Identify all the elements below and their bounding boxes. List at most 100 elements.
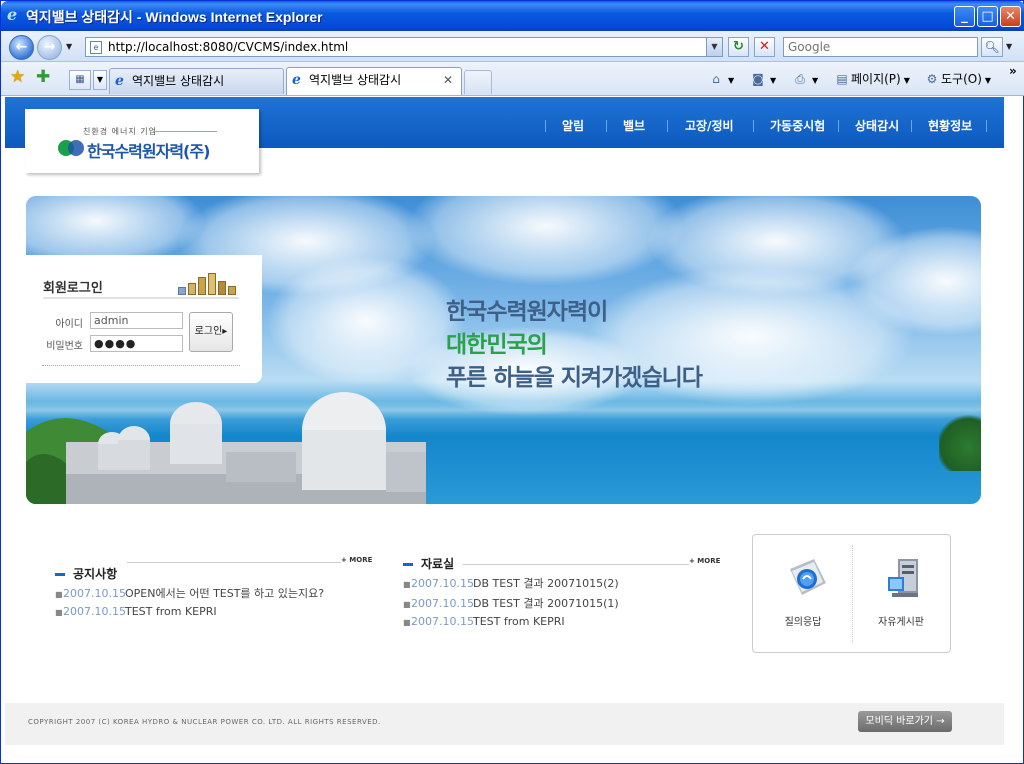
data-room-board: 자료실 + MORE ■2007.10.15DB TEST 결과 2007101… <box>403 537 720 637</box>
notice-item[interactable]: ■2007.10.15TEST from KEPRI <box>55 605 217 621</box>
tab-toolbar: ★ ✚ ▦ ▼ e 역지밸브 상태감시 e 역지밸브 상태감시 ✕ ⌂ ▼ ◙ ▼ … <box>1 62 1024 96</box>
ie-logo-icon: e <box>7 5 18 24</box>
data-room-title: 자료실 <box>421 557 455 571</box>
site-logo[interactable]: 친환경 에너지 기업 한국수력원자력(주) <box>25 109 259 173</box>
print-icon: ⎙ <box>795 72 805 86</box>
stop-icon[interactable]: ✕ <box>754 37 775 57</box>
feeds-button[interactable]: ◙ ▼ <box>749 69 776 89</box>
back-icon[interactable]: ← <box>9 35 34 60</box>
power-plant-image <box>26 392 426 504</box>
id-field[interactable] <box>90 312 183 329</box>
data-room-more-link[interactable]: + MORE <box>689 557 720 565</box>
page-bottom-space <box>5 745 1004 761</box>
page-icon: ▤ <box>836 72 848 86</box>
free-board-label: 자유게시판 <box>878 617 924 628</box>
recent-pages-dropdown[interactable]: ▼ <box>66 42 72 51</box>
page-menu[interactable]: ▤ 페이지(P) ▼ <box>833 69 910 89</box>
title-bar: e 역지밸브 상태감시 - Windows Internet Explorer … <box>1 1 1024 31</box>
window-title: 역지밸브 상태감시 - Windows Internet Explorer <box>26 9 323 25</box>
notice-title: 공지사항 <box>73 567 118 581</box>
copyright-text: COPYRIGHT 2007 (C) KOREA HYDRO & NUCLEAR… <box>28 718 381 726</box>
data-room-item[interactable]: ■2007.10.15DB TEST 결과 20071015(2) <box>403 575 619 591</box>
search-options-dropdown[interactable]: ▼ <box>1006 42 1012 51</box>
nav-divider <box>838 120 839 132</box>
tab-list-dropdown[interactable]: ▼ <box>93 70 107 90</box>
nav-item-inservice-test[interactable]: 가동중시험 <box>770 117 825 134</box>
bullet-icon: ■ <box>55 607 63 617</box>
bullet-icon: ■ <box>403 617 411 627</box>
login-panel: 회원로그인 아이디 비밀번호 로그인▸ <box>26 255 262 383</box>
tab-label: 역지밸브 상태감시 <box>309 73 402 87</box>
notice-title-marker <box>55 573 65 576</box>
login-title: 회원로그인 <box>43 281 103 296</box>
nav-item-condition-monitoring[interactable]: 상태감시 <box>855 117 899 134</box>
data-room-rule <box>463 564 689 565</box>
close-tab-icon[interactable]: ✕ <box>443 68 453 92</box>
browser-tab-1[interactable]: e 역지밸브 상태감시 <box>109 68 284 94</box>
address-toolbar: ← → ▼ e ▼ ↻ ✕ 🔍︎ ▼ <box>1 31 1024 62</box>
banner-slogan: 한국수력원자력이 대한민국의 푸른 하늘을 지켜가겠습니다 <box>446 296 703 395</box>
nav-item-notice[interactable]: 알림 <box>562 117 584 134</box>
data-room-title-marker <box>403 563 413 566</box>
page-favicon-icon: e <box>90 41 102 54</box>
login-button[interactable]: 로그인▸ <box>189 312 233 352</box>
password-label: 비밀번호 <box>46 341 83 352</box>
more-commands-icon[interactable]: » <box>1009 64 1017 78</box>
quick-tabs-icon[interactable]: ▦ <box>69 70 91 90</box>
qna-label: 질의응답 <box>784 617 822 628</box>
password-field[interactable] <box>90 335 183 352</box>
nav-item-failure-maintenance[interactable]: 고장/정비 <box>685 117 734 134</box>
page-content: 알림 밸브 고장/정비 가동중시험 상태감시 현황정보 친환경 에너지 기업 한… <box>5 97 1004 761</box>
data-room-date: 2007.10.15 <box>411 597 474 610</box>
notice-date: 2007.10.15 <box>63 587 126 600</box>
new-tab-button[interactable] <box>464 70 492 94</box>
free-board-link[interactable]: 자유게시판 <box>856 553 946 643</box>
search-icon[interactable]: 🔍︎ <box>981 37 1003 57</box>
maximize-button[interactable]: □ <box>977 6 998 27</box>
slogan-line-3: 푸른 하늘을 지켜가겠습니다 <box>446 365 703 391</box>
buildings-icon <box>176 271 236 295</box>
nav-divider <box>911 120 912 132</box>
address-dropdown-icon[interactable]: ▼ <box>706 38 722 56</box>
nav-divider <box>667 120 668 132</box>
data-room-item[interactable]: ■2007.10.15TEST from KEPRI <box>403 615 565 631</box>
logo-name: 한국수력원자력(주) <box>87 142 210 161</box>
address-bar[interactable]: e ▼ <box>85 37 723 57</box>
address-input[interactable] <box>108 39 698 55</box>
notice-item[interactable]: ■2007.10.15OPEN에서는 어떤 TEST를 하고 있는지요? <box>55 585 324 601</box>
cloud <box>406 196 686 286</box>
login-button-label: 로그인 <box>194 326 223 337</box>
slogan-line-2: 대한민국의 <box>446 332 548 358</box>
refresh-icon[interactable]: ↻ <box>728 37 749 57</box>
print-button[interactable]: ⎙ ▼ <box>791 69 818 89</box>
notice-rule <box>127 562 341 563</box>
add-favorites-icon[interactable]: ✚ <box>36 67 50 87</box>
data-room-item[interactable]: ■2007.10.15DB TEST 결과 20071015(1) <box>403 595 619 611</box>
home-button[interactable]: ⌂ ▼ <box>707 69 734 89</box>
data-room-date: 2007.10.15 <box>411 615 474 628</box>
feed-icon: ◙ <box>752 72 764 86</box>
forward-icon[interactable]: → <box>37 35 62 60</box>
nav-item-status-info[interactable]: 현황정보 <box>928 117 972 134</box>
browser-tab-2-active[interactable]: e 역지밸브 상태감시 ✕ <box>286 67 462 95</box>
bullet-icon: ■ <box>55 589 63 599</box>
notice-more-link[interactable]: + MORE <box>341 556 372 564</box>
search-box[interactable] <box>783 37 978 57</box>
logo-tagline: 친환경 에너지 기업 <box>83 127 157 136</box>
data-room-date: 2007.10.15 <box>411 577 474 590</box>
minimize-button[interactable]: _ <box>954 6 975 27</box>
nav-item-valve[interactable]: 밸브 <box>623 117 645 134</box>
qna-link[interactable]: 질의응답 <box>758 553 848 643</box>
search-input[interactable] <box>788 39 973 55</box>
mobidic-shortcut-button[interactable]: 모비딕 바로가기 → <box>858 711 952 732</box>
nav-divider <box>986 120 987 132</box>
tools-menu[interactable]: ⚙ 도구(O) ▼ <box>923 69 991 89</box>
data-room-header: 자료실 + MORE <box>403 555 720 575</box>
close-button[interactable]: ✕ <box>1000 6 1021 27</box>
notice-text: OPEN에서는 어떤 TEST를 하고 있는지요? <box>125 587 325 600</box>
favorites-star-icon[interactable]: ★ <box>10 67 25 87</box>
nav-divider <box>545 120 546 132</box>
tab-label: 역지밸브 상태감시 <box>132 74 225 88</box>
notice-text: TEST from KEPRI <box>125 605 217 618</box>
page-menu-label: 페이지(P) <box>851 72 901 86</box>
